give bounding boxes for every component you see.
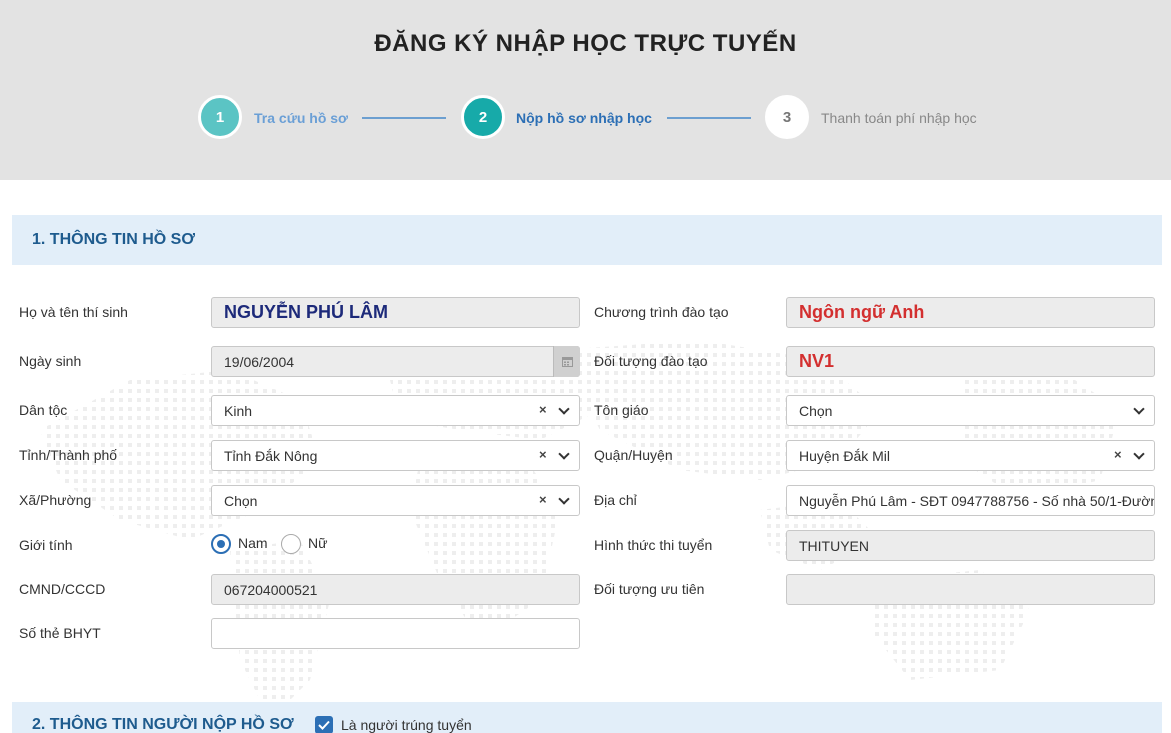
section-2-header: 2. THÔNG TIN NGƯỜI NỘP HỒ SƠ <box>12 702 1162 733</box>
step-connector-2 <box>667 117 751 119</box>
religion-select[interactable]: Chọn <box>786 395 1155 426</box>
is-admitted-checkbox[interactable] <box>315 716 333 733</box>
province-value: Tỉnh Đắk Nông <box>224 447 318 464</box>
gender-male-radio[interactable] <box>211 534 231 554</box>
gender-female-radio[interactable] <box>281 534 301 554</box>
ward-value: Chọn <box>224 492 258 509</box>
birth-date-label: Ngày sinh <box>19 353 82 369</box>
district-clear-icon[interactable]: × <box>1114 447 1122 462</box>
religion-value: Chọn <box>799 402 833 419</box>
page-title: ĐĂNG KÝ NHẬP HỌC TRỰC TUYẾN <box>374 30 797 57</box>
exam-form-label: Hình thức thi tuyển <box>594 537 713 553</box>
district-select[interactable]: Huyện Đắk Mil <box>786 440 1155 471</box>
ethnicity-clear-icon[interactable]: × <box>539 402 547 417</box>
step-1-label[interactable]: Tra cứu hồ sơ <box>254 110 348 126</box>
step-1-circle: 1 <box>198 95 242 139</box>
priority-target-label: Đối tượng ưu tiên <box>594 581 705 597</box>
health-insurance-input[interactable] <box>211 618 580 649</box>
ward-select[interactable]: Chọn <box>211 485 580 516</box>
birth-date-field: 19/06/2004 <box>211 346 580 377</box>
province-select[interactable]: Tỉnh Đắk Nông <box>211 440 580 471</box>
health-insurance-label: Số thẻ BHYT <box>19 625 101 641</box>
is-admitted-label[interactable]: Là người trúng tuyển <box>341 717 472 733</box>
full-name-field: NGUYỄN PHÚ LÂM <box>211 297 580 328</box>
district-value: Huyện Đắk Mil <box>799 447 891 464</box>
priority-target-field <box>786 574 1155 605</box>
gender-label: Giới tính <box>19 537 73 553</box>
ward-label: Xã/Phường <box>19 492 92 508</box>
ethnicity-value: Kinh <box>224 402 253 419</box>
calendar-icon[interactable] <box>553 346 580 377</box>
gender-male-label[interactable]: Nam <box>238 535 268 551</box>
province-label: Tỉnh/Thành phố <box>19 447 118 463</box>
birth-date-value: 19/06/2004 <box>224 353 295 370</box>
ethnicity-label: Dân tộc <box>19 402 68 418</box>
exam-form-field: THITUYEN <box>786 530 1155 561</box>
page-header: ĐĂNG KÝ NHẬP HỌC TRỰC TUYẾN 1 Tra cứu hồ… <box>0 0 1171 180</box>
id-card-field: 067204000521 <box>211 574 580 605</box>
program-label: Chương trình đào tạo <box>594 304 729 320</box>
step-connector-1 <box>362 117 446 119</box>
training-target-label: Đối tượng đào tạo <box>594 353 708 369</box>
district-label: Quận/Huyện <box>594 447 673 463</box>
province-clear-icon[interactable]: × <box>539 447 547 462</box>
step-3-label: Thanh toán phí nhập học <box>821 110 977 126</box>
ethnicity-select[interactable]: Kinh <box>211 395 580 426</box>
step-2-label: Nộp hồ sơ nhập học <box>516 110 652 126</box>
section-1-title: 1. THÔNG TIN HỒ SƠ <box>32 231 195 248</box>
step-2-circle: 2 <box>461 95 505 139</box>
section-2-title: 2. THÔNG TIN NGƯỜI NỘP HỒ SƠ <box>32 716 294 733</box>
ward-clear-icon[interactable]: × <box>539 492 547 507</box>
full-name-label: Họ và tên thí sinh <box>19 304 128 320</box>
address-input[interactable]: Nguyễn Phú Lâm - SĐT 0947788756 - Số nhà… <box>786 485 1155 516</box>
section-1-header: 1. THÔNG TIN HỒ SƠ <box>12 215 1162 265</box>
program-field: Ngôn ngữ Anh <box>786 297 1155 328</box>
training-target-field: NV1 <box>786 346 1155 377</box>
religion-label: Tôn giáo <box>594 402 649 418</box>
gender-female-label[interactable]: Nữ <box>308 535 327 551</box>
step-3-circle: 3 <box>765 95 809 139</box>
id-card-label: CMND/CCCD <box>19 581 106 597</box>
address-label: Địa chỉ <box>594 492 637 508</box>
